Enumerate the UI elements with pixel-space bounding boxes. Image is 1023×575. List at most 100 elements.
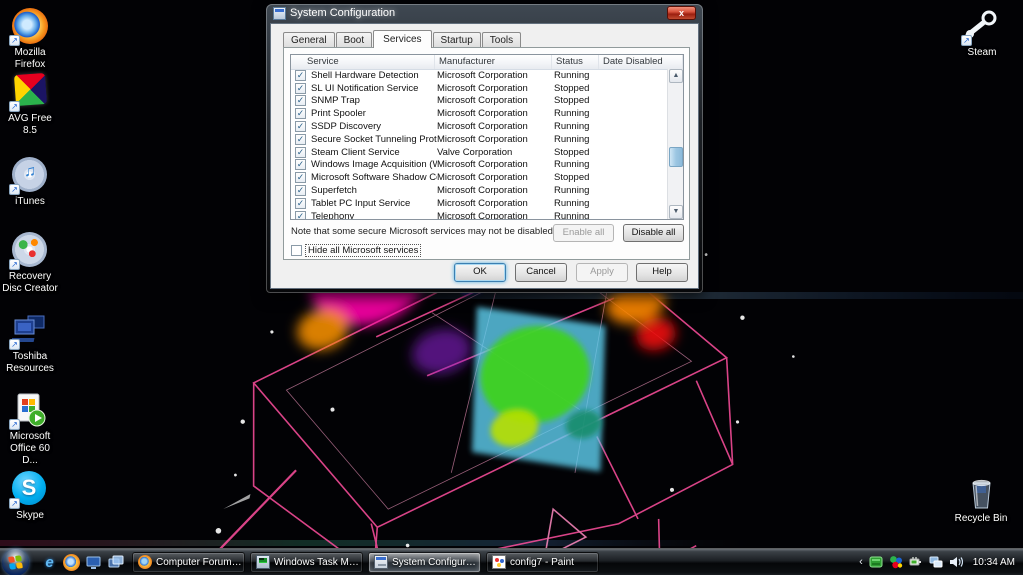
apply-button[interactable]: Apply (576, 263, 628, 282)
system-configuration-window: System Configuration x General Boot Serv… (266, 4, 703, 293)
service-manufacturer: Microsoft Corporation (437, 185, 528, 197)
battery-meter-tray-icon[interactable] (869, 555, 883, 569)
dialog-body: General Boot Services Startup Tools Serv… (270, 23, 699, 289)
service-checkbox[interactable]: ✓ (295, 197, 306, 209)
service-row[interactable]: ✓ Tablet PC Input Service Microsoft Corpor… (291, 197, 667, 210)
firefox-icon (138, 555, 152, 569)
tab-general[interactable]: General (283, 32, 335, 48)
service-checkbox[interactable]: ✓ (295, 69, 306, 81)
service-row[interactable]: ✓ SNMP Trap Microsoft Corporation Stopped (291, 95, 667, 108)
service-row[interactable]: ✓ Shell Hardware Detection Microsoft Corpo… (291, 69, 667, 82)
taskbar-clock[interactable]: 10:34 AM (973, 557, 1015, 568)
list-column-headers[interactable]: Service Manufacturer Status Date Disable… (291, 55, 683, 70)
desktop-icon-skype[interactable]: S ↗ Skype (1, 470, 59, 522)
volume-tray-icon[interactable] (949, 555, 963, 569)
scrollbar-thumb[interactable] (669, 147, 683, 167)
shortcut-arrow-icon: ↗ (9, 339, 20, 350)
close-button[interactable]: x (667, 6, 696, 20)
desktop-icon-label: Microsoft Office 60 D... (9, 431, 51, 466)
column-header-status[interactable]: Status (552, 55, 599, 69)
tab-boot[interactable]: Boot (335, 32, 373, 48)
scroll-down-arrow-icon[interactable]: ▼ (669, 205, 683, 219)
window-titlebar[interactable]: System Configuration x (266, 4, 703, 23)
service-row[interactable]: ✓ Steam Client Service Valve Corporation St… (291, 146, 667, 159)
service-checkbox[interactable]: ✓ (295, 82, 306, 94)
show-desktop-icon[interactable] (85, 554, 102, 571)
service-checkbox[interactable]: ✓ (295, 95, 306, 107)
service-name: Print Spooler (311, 108, 366, 120)
desktop-icon-microsoft-office[interactable]: ↗ Microsoft Office 60 D... (1, 392, 59, 467)
tray-expand-chevron-icon[interactable]: ‹ (859, 556, 863, 568)
power-plug-tray-icon[interactable] (909, 555, 923, 569)
taskbar-button-system-configuration[interactable]: System Configuration (368, 551, 481, 573)
desktop-icon-avg-free[interactable]: ↗ AVG Free 8.5 (1, 72, 59, 137)
service-checkbox[interactable]: ✓ (295, 121, 306, 133)
network-tray-icon[interactable] (929, 555, 943, 569)
service-row[interactable]: ✓ Print Spooler Microsoft Corporation Runni… (291, 107, 667, 120)
service-manufacturer: Microsoft Corporation (437, 159, 528, 171)
task-label: Computer Forum - ... (156, 556, 244, 568)
service-checkbox[interactable]: ✓ (295, 133, 306, 145)
start-button[interactable] (2, 548, 29, 575)
desktop-icon-label: Mozilla Firefox (14, 47, 46, 70)
service-checkbox[interactable]: ✓ (295, 172, 306, 184)
desktop-icon-label: Skype (16, 510, 44, 521)
firefox-quicklaunch-icon[interactable] (63, 553, 80, 571)
shortcut-arrow-icon: ↗ (9, 101, 20, 112)
service-row[interactable]: ✓ Secure Socket Tunneling Protoc...Micros… (291, 133, 667, 146)
service-name: Microsoft Software Shadow Cop... (311, 172, 437, 184)
help-button[interactable]: Help (636, 263, 688, 282)
scroll-up-arrow-icon[interactable]: ▲ (669, 69, 683, 83)
shortcut-arrow-icon: ↗ (961, 35, 972, 46)
ok-button[interactable]: OK (454, 263, 506, 282)
taskbar-button-computer-forum[interactable]: Computer Forum - ... (132, 551, 245, 573)
vertical-scrollbar[interactable]: ▲ ▼ (667, 69, 683, 219)
service-row[interactable]: ✓ Telephony Microsoft Corporation Running (291, 210, 667, 219)
column-header-manufacturer[interactable]: Manufacturer (435, 55, 552, 69)
tab-startup[interactable]: Startup (432, 32, 481, 48)
services-tab-page: Service Manufacturer Status Date Disable… (283, 47, 690, 260)
taskbar-button-task-manager[interactable]: Windows Task Man... (250, 551, 363, 573)
desktop-icon-label: iTunes (15, 196, 45, 207)
disable-all-button[interactable]: Disable all (623, 224, 684, 242)
tab-tools[interactable]: Tools (481, 32, 522, 48)
service-row[interactable]: ✓ Windows Image Acquisition (WIA)Microsof… (291, 159, 667, 172)
desktop-icon-mozilla-firefox[interactable]: ↗ Mozilla Firefox (1, 8, 59, 71)
services-listview[interactable]: Service Manufacturer Status Date Disable… (290, 54, 684, 220)
service-name: Secure Socket Tunneling Protoc... (311, 133, 437, 145)
desktop-icon-steam[interactable]: ↗ Steam (953, 8, 1011, 59)
desktop-icon-label: Steam (967, 47, 997, 58)
service-checkbox[interactable]: ✓ (295, 108, 306, 120)
switch-windows-icon[interactable] (107, 554, 124, 571)
shortcut-arrow-icon: ↗ (9, 419, 20, 430)
service-checkbox[interactable]: ✓ (295, 159, 306, 171)
avg-tray-icon[interactable] (889, 555, 903, 569)
service-manufacturer: Microsoft Corporation (437, 197, 528, 209)
service-row[interactable]: ✓ SSDP Discovery Microsoft Corporation Runn… (291, 120, 667, 133)
desktop-icon-recycle-bin[interactable]: Recycle Bin (952, 474, 1010, 525)
hide-microsoft-services-checkbox[interactable]: Hide all Microsoft services (291, 244, 422, 257)
checkbox-box[interactable] (291, 245, 302, 256)
service-status: Running (554, 185, 590, 197)
service-checkbox[interactable]: ✓ (295, 146, 306, 158)
enable-all-button[interactable]: Enable all (553, 224, 614, 242)
taskbar-button-paint[interactable]: config7 - Paint (486, 551, 599, 573)
cancel-button[interactable]: Cancel (515, 263, 567, 282)
service-status: Stopped (554, 172, 590, 184)
service-row[interactable]: ✓ SL UI Notification Service Microsoft Cor… (291, 82, 667, 95)
service-checkbox[interactable]: ✓ (295, 185, 306, 197)
service-checkbox[interactable]: ✓ (295, 210, 306, 219)
desktop-icon-label: Recycle Bin (954, 513, 1008, 524)
column-header-date-disabled[interactable]: Date Disabled (599, 55, 683, 69)
desktop-icon-toshiba-resources[interactable]: ↗ Toshiba Resources (1, 312, 59, 375)
task-label: Windows Task Man... (274, 556, 362, 568)
desktop-icon-recovery-disc-creator[interactable]: ↗ Recovery Disc Creator (1, 232, 59, 295)
internet-explorer-icon[interactable]: e (41, 554, 58, 571)
tab-services[interactable]: Services (373, 30, 432, 48)
service-row[interactable]: ✓ Microsoft Software Shadow Cop...Microso… (291, 171, 667, 184)
music-note-glyph: ♫ (24, 163, 36, 180)
paint-icon (492, 555, 506, 569)
service-row[interactable]: ✓ Superfetch Microsoft Corporation Running (291, 184, 667, 197)
desktop-icon-itunes[interactable]: ♫ ↗ iTunes (1, 157, 59, 208)
column-header-service[interactable]: Service (291, 55, 435, 69)
